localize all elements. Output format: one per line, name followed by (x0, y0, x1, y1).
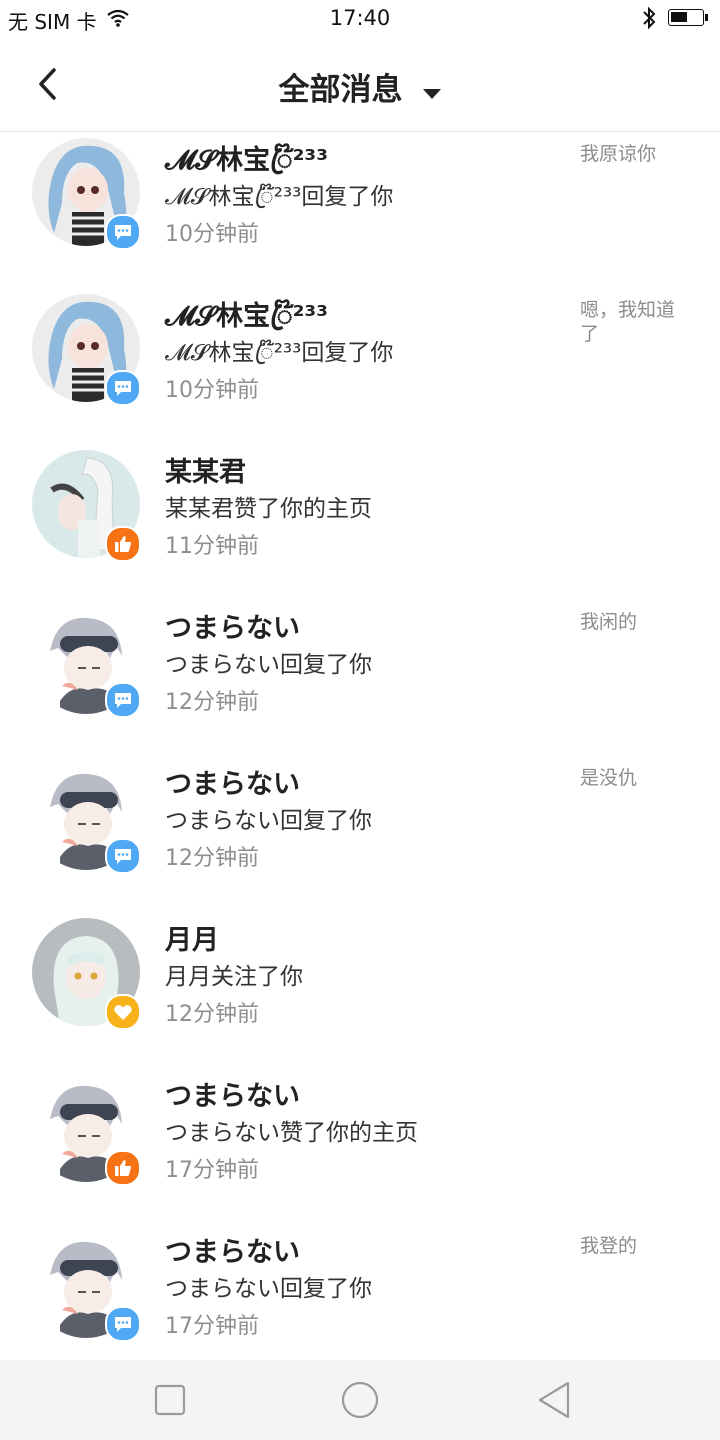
thumbs-up-badge-icon (105, 526, 141, 562)
message-preview: 我登的 (580, 1235, 638, 1257)
message-action: つまらない回复了你 (165, 808, 372, 834)
sender-name: 某某君 (165, 457, 246, 488)
square-recents-icon[interactable] (153, 1380, 187, 1424)
message-preview: 是没仇 (580, 767, 638, 789)
comment-badge-icon (105, 214, 141, 250)
message-preview: 嗯，我知道了 (580, 299, 676, 345)
comment-badge-icon (105, 1306, 141, 1342)
sender-name: 月月 (165, 925, 219, 956)
sender-name: つまらない (165, 769, 300, 800)
header-bar: 全部消息 (0, 38, 720, 132)
page-title: 全部消息 (278, 72, 403, 108)
comment-badge-icon (105, 682, 141, 718)
message-time: 12分钟前 (165, 690, 259, 715)
message-time: 10分钟前 (165, 222, 259, 247)
thumbs-up-badge-icon (105, 1150, 141, 1186)
message-time: 17分钟前 (165, 1158, 259, 1183)
message-time: 11分钟前 (165, 534, 259, 559)
heart-badge-icon (105, 994, 141, 1030)
sender-name: つまらない (165, 1237, 300, 1268)
bluetooth-icon (640, 6, 658, 34)
message-action: 某某君赞了你的主页 (165, 496, 372, 522)
message-action: つまらない赞了你的主页 (165, 1120, 418, 1146)
triangle-back-icon[interactable] (536, 1380, 572, 1424)
message-action: つまらない回复了你 (165, 1276, 372, 1302)
message-time: 17分钟前 (165, 1314, 259, 1339)
message-list[interactable]: 𝓜𝓢林宝ꦿ໊²³³ 𝓜𝓢林宝ꦿ໊²³³回复了你 10分钟前 我原谅你 𝓜𝓢林宝ꦿ໊²³³… (0, 132, 720, 1360)
message-action: 月月关注了你 (165, 964, 303, 990)
circle-home-icon[interactable] (340, 1380, 380, 1424)
message-time: 12分钟前 (165, 1002, 259, 1027)
list-item[interactable]: つまらないつまらない回复了你 12分钟前 是没仇 (0, 756, 720, 912)
status-bar: 无 SIM 卡 17:40 (0, 0, 720, 38)
title-dropdown[interactable]: 全部消息 (0, 64, 720, 109)
status-time: 17:40 (329, 6, 391, 30)
sender-name: つまらない (165, 613, 300, 644)
comment-badge-icon (105, 838, 141, 874)
list-item[interactable]: つまらないつまらない赞了你的主页 17分钟前 (0, 1068, 720, 1224)
caret-down-icon (422, 86, 442, 105)
list-item[interactable]: つまらないつまらない回复了你 12分钟前 我闲的 (0, 600, 720, 756)
comment-badge-icon (105, 370, 141, 406)
message-preview: 我原谅你 (580, 143, 657, 165)
list-item[interactable]: 某某君某某君赞了你的主页 11分钟前 (0, 444, 720, 600)
message-preview: 我闲的 (580, 611, 638, 633)
system-nav-bar (0, 1360, 720, 1440)
sender-name: つまらない (165, 1081, 300, 1112)
list-item[interactable]: 月月月月关注了你 12分钟前 (0, 912, 720, 1068)
message-time: 12分钟前 (165, 846, 259, 871)
list-item[interactable]: 𝓜𝓢林宝ꦿ໊²³³ 𝓜𝓢林宝ꦿ໊²³³回复了你 10分钟前 我原谅你 (0, 132, 720, 288)
battery-icon (668, 9, 708, 26)
message-time: 10分钟前 (165, 378, 259, 403)
list-item[interactable]: つまらないつまらない回复了你 17分钟前 我登的 (0, 1224, 720, 1360)
message-action: つまらない回复了你 (165, 652, 372, 678)
list-item[interactable]: 𝓜𝓢林宝ꦿ໊²³³ 𝓜𝓢林宝ꦿ໊²³³回复了你 10分钟前 嗯，我知道了 (0, 288, 720, 444)
